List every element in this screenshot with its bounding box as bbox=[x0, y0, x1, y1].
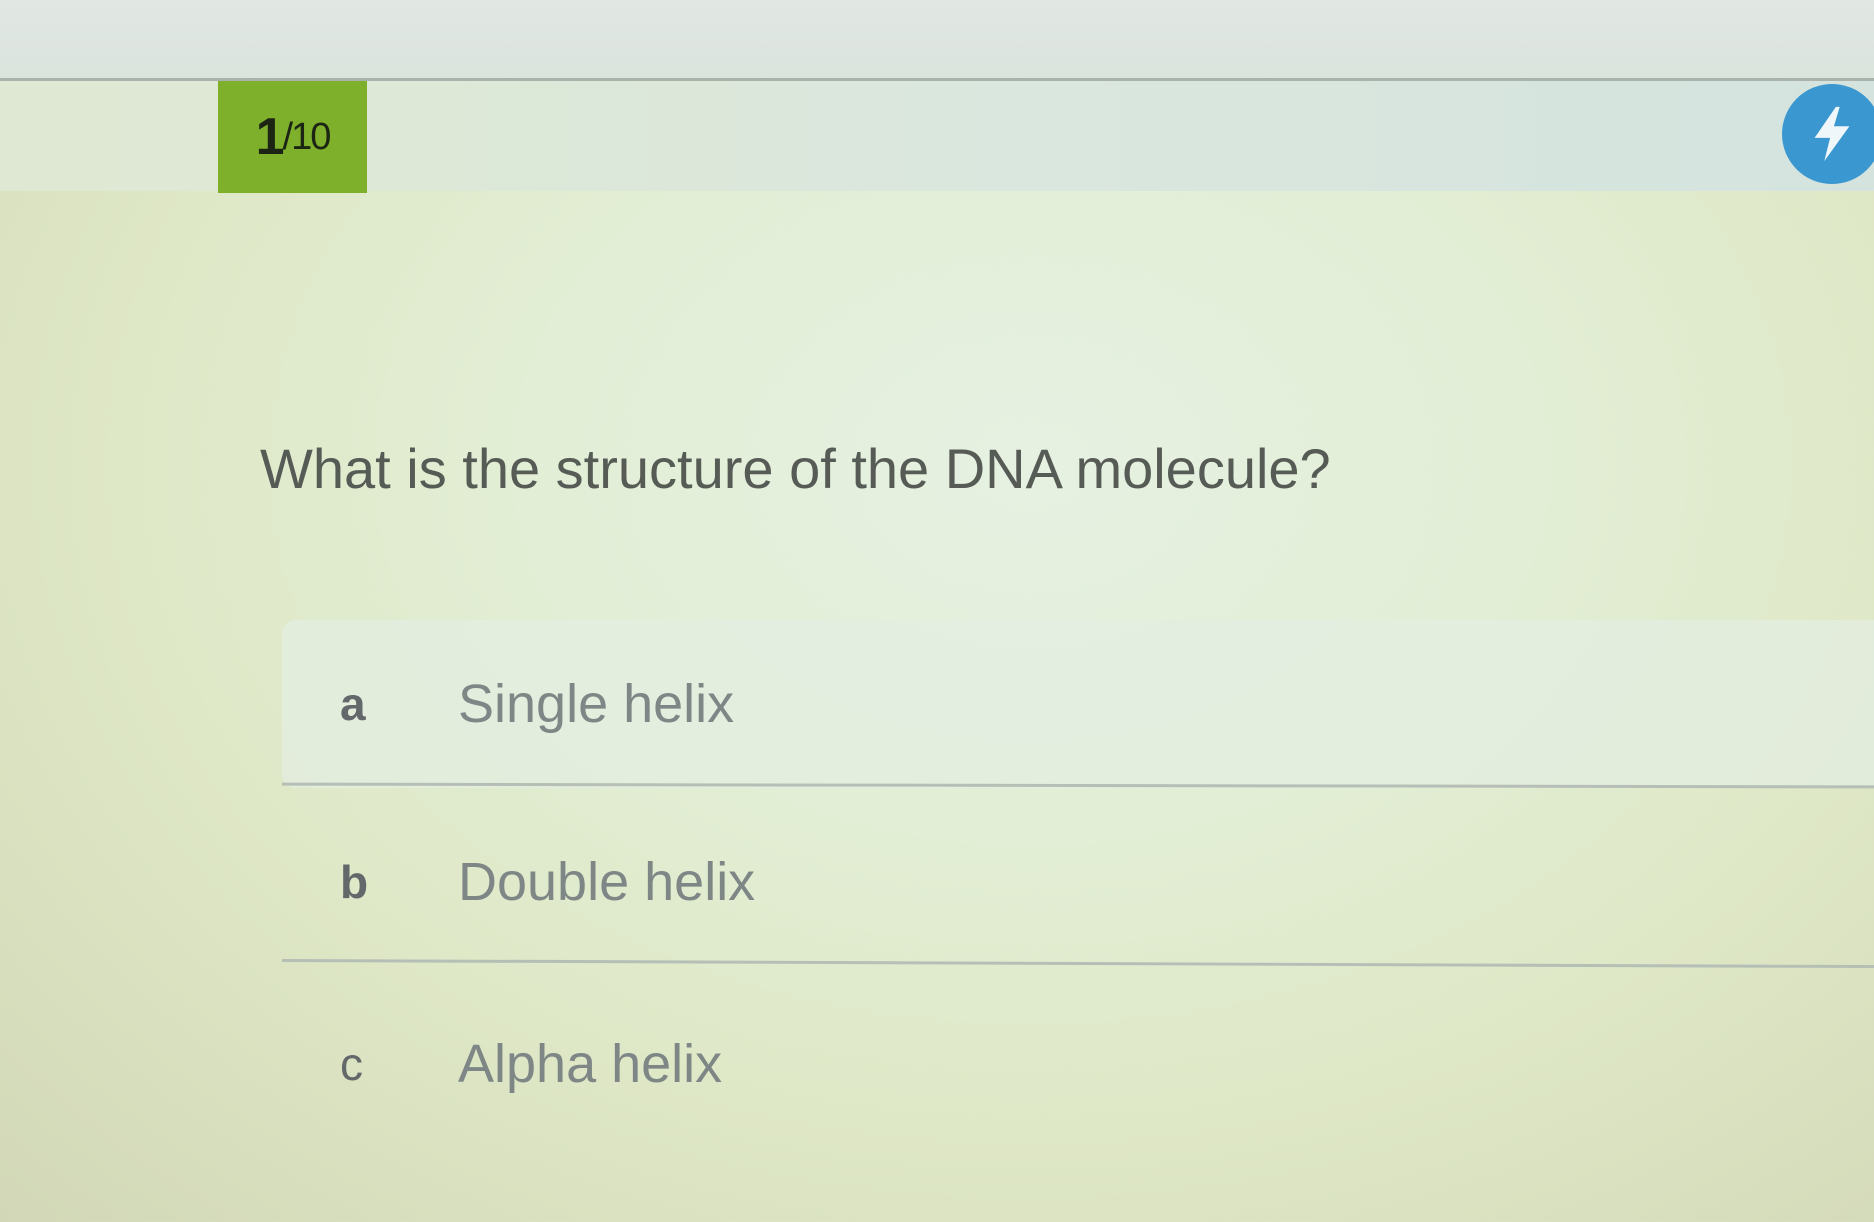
answer-option-a[interactable]: a Single helix bbox=[282, 620, 1874, 788]
lightning-bolt-icon bbox=[1814, 106, 1850, 162]
answer-option-c[interactable]: c Alpha helix bbox=[282, 980, 1874, 1148]
option-letter: a bbox=[340, 678, 366, 730]
option-text: Single helix bbox=[458, 674, 735, 734]
question-text: What is the structure of the DNA molecul… bbox=[260, 437, 1331, 500]
top-strip bbox=[0, 0, 1874, 82]
answer-option-b[interactable]: b Double helix bbox=[282, 798, 1874, 966]
option-letter: b bbox=[340, 856, 369, 908]
option-text: Double helix bbox=[458, 852, 756, 912]
powerup-button[interactable] bbox=[1782, 84, 1874, 184]
option-text: Alpha helix bbox=[458, 1034, 723, 1094]
question-current-number: 1 bbox=[255, 108, 285, 166]
option-letter: c bbox=[340, 1038, 363, 1090]
question-total-number: /10 bbox=[282, 115, 332, 158]
question-counter: 1/10 bbox=[218, 81, 367, 193]
